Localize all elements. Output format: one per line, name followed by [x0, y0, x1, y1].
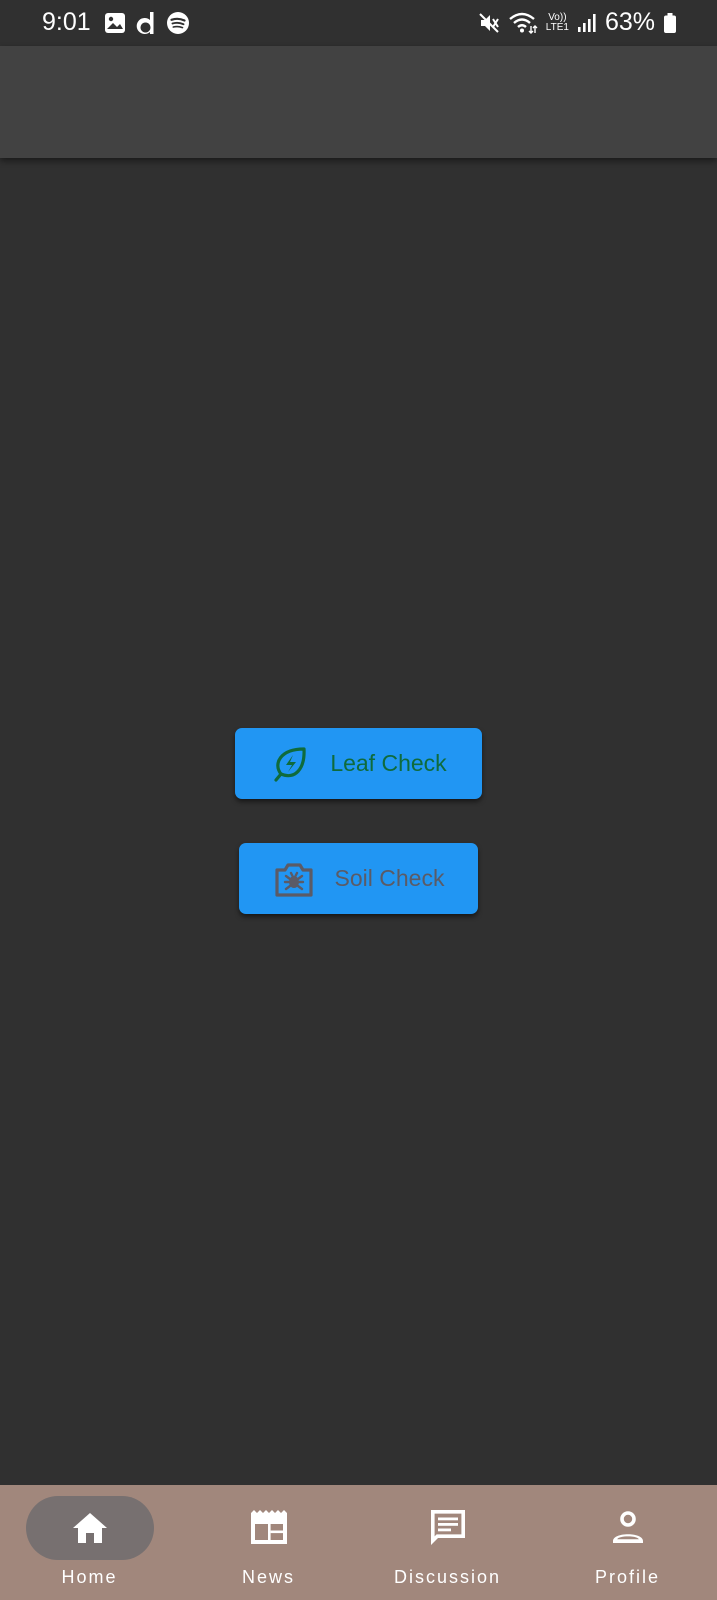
- d-app-icon: [136, 12, 154, 34]
- battery-icon: [664, 12, 676, 33]
- status-bar: 9:01 Vo)) LTE1 63%: [0, 0, 717, 46]
- nav-item-news[interactable]: News: [179, 1485, 358, 1600]
- notification-icons: [104, 11, 190, 35]
- home-icon: [72, 1513, 107, 1543]
- lte-label-top: Vo)): [548, 11, 567, 23]
- chat-icon: [430, 1510, 465, 1545]
- mute-icon: [479, 12, 499, 33]
- bottom-navigation: Home News Discussion Profile: [0, 1485, 717, 1600]
- leaf-check-button[interactable]: Leaf Check: [235, 728, 482, 799]
- status-time: 9:01: [42, 8, 91, 36]
- nav-item-profile[interactable]: Profile: [538, 1485, 717, 1600]
- camera-bug-icon: [274, 862, 313, 897]
- leaf-check-label: Leaf Check: [330, 750, 447, 776]
- profile-icon: [612, 1511, 643, 1543]
- leaf-bolt-icon: [274, 746, 306, 782]
- lte-label-bottom: LTE1: [545, 21, 569, 33]
- news-icon: [250, 1510, 287, 1544]
- nav-label-discussion: Discussion: [393, 1567, 502, 1587]
- soil-check-label: Soil Check: [334, 865, 445, 891]
- gallery-icon: [105, 13, 125, 33]
- spotify-icon: [167, 12, 189, 34]
- wifi-icon: [509, 12, 538, 34]
- nav-label-home: Home: [61, 1567, 118, 1587]
- soil-check-button[interactable]: Soil Check: [239, 843, 478, 914]
- app-bar: [0, 46, 717, 158]
- nav-label-news: News: [241, 1567, 295, 1587]
- signal-icon: [577, 13, 596, 32]
- screen: 9:01 Vo)) LTE1 63% Leaf Check Soil Check…: [0, 0, 717, 1600]
- battery-percentage: 63%: [604, 8, 655, 36]
- nav-item-home[interactable]: Home: [0, 1485, 179, 1600]
- lte-icon: Vo)) LTE1: [545, 11, 569, 33]
- system-status-icons: Vo)) LTE1 63%: [478, 8, 677, 37]
- nav-label-profile: Profile: [594, 1567, 661, 1587]
- nav-item-discussion[interactable]: Discussion: [358, 1485, 537, 1600]
